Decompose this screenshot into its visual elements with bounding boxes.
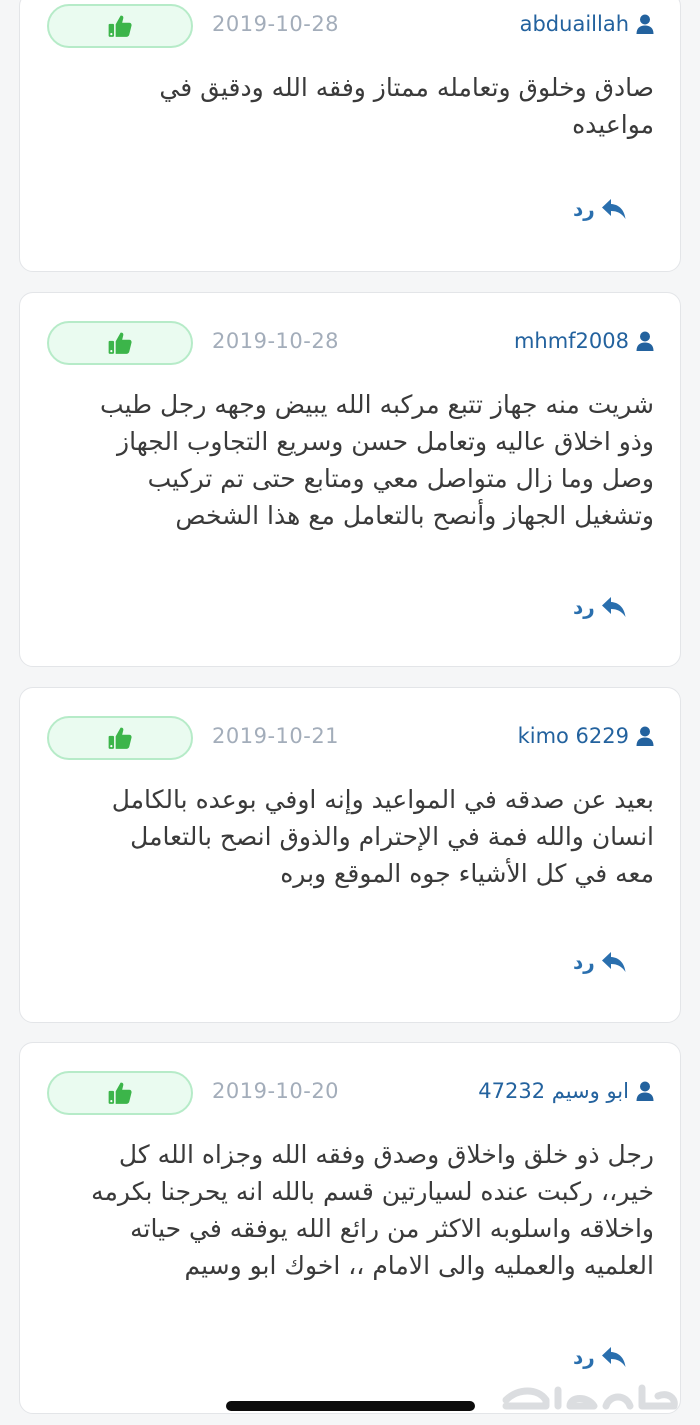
review-comment: رجل ذو خلق واخلاق وصدق وفقه الله وجزاه ا… — [91, 1140, 654, 1280]
reply-button[interactable]: رد — [573, 595, 627, 619]
reply-button[interactable]: رد — [573, 197, 627, 221]
review-date: 2019-10-28 — [212, 12, 340, 36]
thumbs-up-icon — [107, 13, 133, 39]
reply-label: رد — [573, 595, 595, 619]
thumbs-up-icon — [107, 1080, 133, 1106]
review-date: 2019-10-21 — [212, 724, 340, 748]
review-comment: صادق وخلوق وتعامله ممتاز وفقه الله ودقيق… — [159, 73, 654, 139]
reply-button[interactable]: رد — [573, 1345, 627, 1369]
user-icon — [636, 726, 654, 746]
reply-arrow-icon — [601, 596, 627, 618]
reply-arrow-icon — [601, 1346, 627, 1368]
review-card: 2019-10-28 abduaillah صادق وخلوق وتعامله… — [19, 0, 681, 272]
review-comment: شريت منه جهاز تتبع مركبه الله يبيض وجهه … — [100, 390, 654, 530]
reply-label: رد — [573, 1345, 595, 1369]
home-indicator — [226, 1401, 475, 1411]
haraj-watermark-logo — [498, 1376, 683, 1416]
like-button[interactable] — [47, 4, 193, 48]
review-user[interactable]: ابو وسيم 47232 — [478, 1079, 654, 1103]
review-user[interactable]: abduaillah — [520, 12, 654, 36]
reply-label: رد — [573, 950, 595, 974]
reply-arrow-icon — [601, 951, 627, 973]
review-user[interactable]: mhmf2008 — [514, 329, 654, 353]
like-button[interactable] — [47, 1071, 193, 1115]
reply-label: رد — [573, 197, 595, 221]
user-icon — [636, 14, 654, 34]
review-card: 2019-10-20 ابو وسيم 47232 رجل ذو خلق واخ… — [19, 1042, 681, 1414]
review-card: 2019-10-28 mhmf2008 شريت منه جهاز تتبع م… — [19, 292, 681, 667]
thumbs-up-icon — [107, 725, 133, 751]
user-name[interactable]: mhmf2008 — [514, 329, 629, 353]
like-button[interactable] — [47, 321, 193, 365]
user-name[interactable]: abduaillah — [520, 12, 629, 36]
thumbs-up-icon — [107, 330, 133, 356]
like-button[interactable] — [47, 716, 193, 760]
user-name[interactable]: ابو وسيم 47232 — [478, 1079, 629, 1103]
user-icon — [636, 1081, 654, 1101]
review-date: 2019-10-20 — [212, 1079, 340, 1103]
review-comment: بعيد عن صدقه في المواعيد وإنه اوفي بوعده… — [111, 785, 654, 888]
review-card: 2019-10-21 kimo 6229 بعيد عن صدقه في الم… — [19, 687, 681, 1023]
reply-button[interactable]: رد — [573, 950, 627, 974]
user-icon — [636, 331, 654, 351]
user-name[interactable]: kimo 6229 — [518, 724, 629, 748]
review-date: 2019-10-28 — [212, 329, 340, 353]
reply-arrow-icon — [601, 198, 627, 220]
review-user[interactable]: kimo 6229 — [518, 724, 654, 748]
